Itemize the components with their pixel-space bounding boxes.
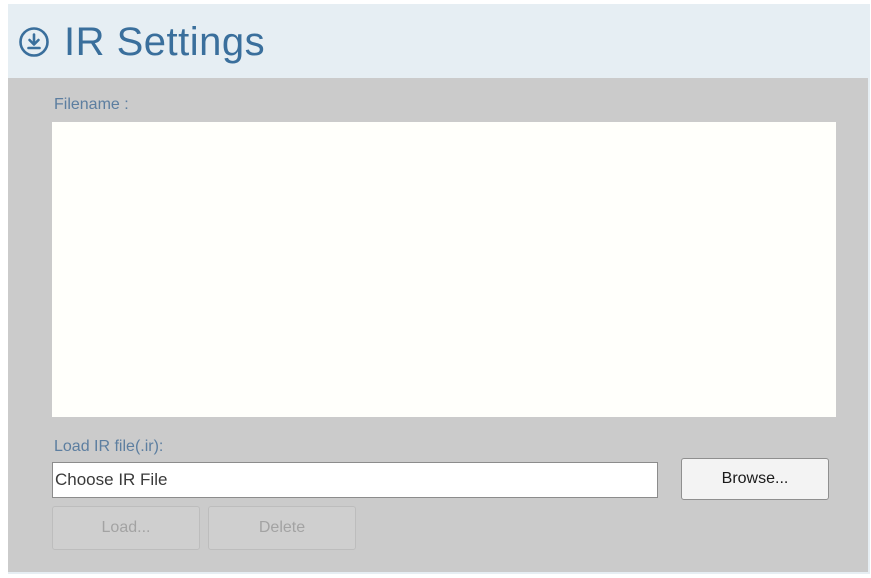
ir-file-input[interactable] <box>52 462 658 498</box>
ir-file-list[interactable] <box>52 122 836 417</box>
page-title: IR Settings <box>64 19 266 64</box>
filename-label: Filename : <box>54 96 129 113</box>
delete-button[interactable]: Delete <box>208 506 356 550</box>
load-button[interactable]: Load... <box>52 506 200 550</box>
browse-button[interactable]: Browse... <box>681 458 829 500</box>
ir-settings-panel: Filename : Load IR file(.ir): Browse... … <box>8 78 868 572</box>
load-ir-file-label: Load IR file(.ir): <box>54 438 164 455</box>
ir-settings-page: IR Settings Filename : Load IR file(.ir)… <box>8 4 870 574</box>
page-header: IR Settings <box>18 12 265 72</box>
download-circle-icon <box>18 26 50 58</box>
